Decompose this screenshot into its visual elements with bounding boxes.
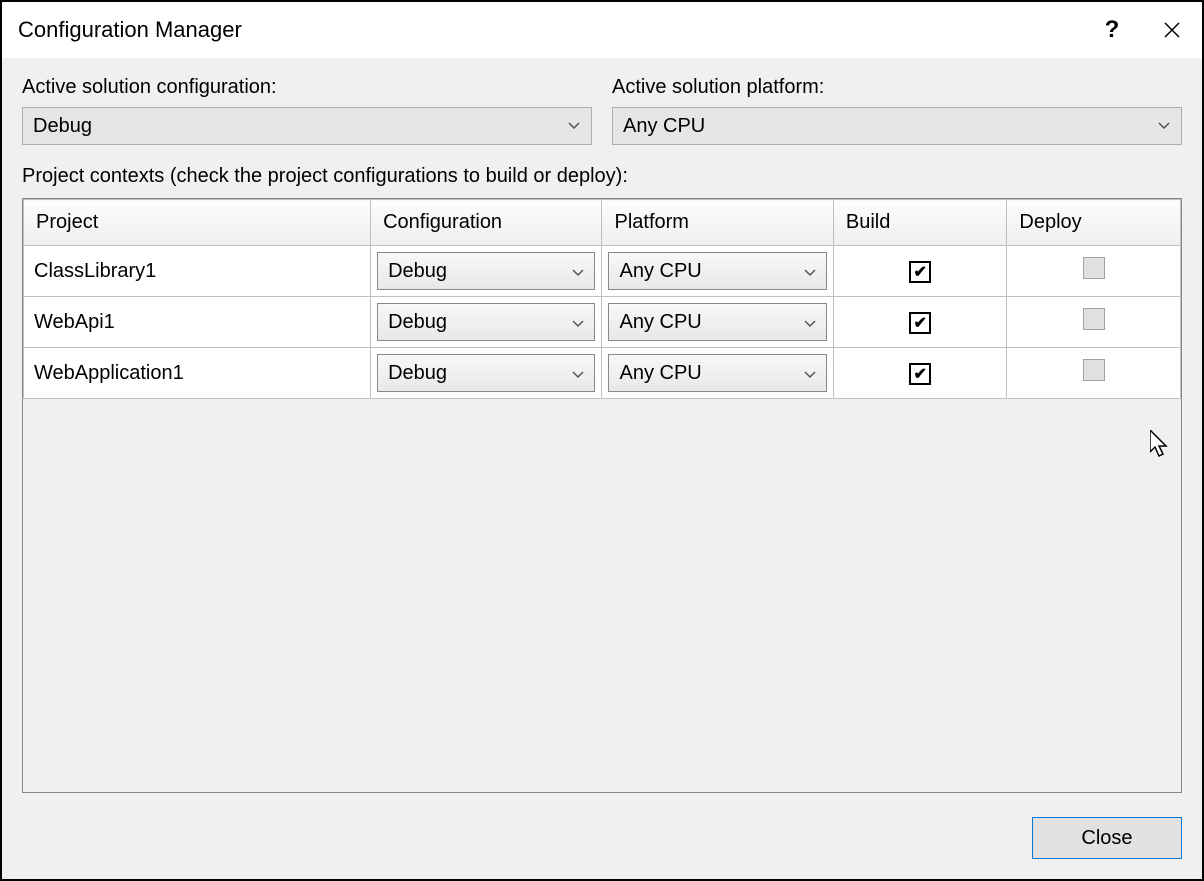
project-contexts-label: Project contexts (check the project conf… (22, 165, 1182, 188)
solution-config-value: Debug (33, 115, 567, 138)
header-configuration[interactable]: Configuration (371, 200, 602, 246)
header-deploy[interactable]: Deploy (1007, 200, 1181, 246)
configuration-cell: Debug (371, 246, 602, 297)
dialog-footer: Close (22, 817, 1182, 859)
project-name-cell[interactable]: WebApi1 (24, 297, 371, 348)
help-icon: ? (1105, 16, 1120, 44)
project-table: Project Configuration Platform Build Dep… (23, 199, 1181, 399)
platform-dropdown[interactable]: Any CPU (608, 303, 826, 341)
dialog-content: Active solution configuration: Debug Act… (2, 58, 1202, 879)
close-button[interactable]: Close (1032, 817, 1182, 859)
table-row: WebApi1 Debug Any CPU (24, 297, 1181, 348)
header-build[interactable]: Build (833, 200, 1007, 246)
window-title: Configuration Manager (18, 17, 1082, 43)
build-cell (833, 246, 1007, 297)
solution-platform-dropdown[interactable]: Any CPU (612, 107, 1182, 145)
configuration-dropdown[interactable]: Debug (377, 303, 595, 341)
platform-dropdown[interactable]: Any CPU (608, 252, 826, 290)
window-close-button[interactable] (1142, 2, 1202, 58)
configuration-value: Debug (388, 260, 572, 283)
project-name-cell[interactable]: ClassLibrary1 (24, 246, 371, 297)
chevron-down-icon (804, 362, 816, 385)
deploy-checkbox (1083, 359, 1105, 381)
build-cell (833, 297, 1007, 348)
close-button-label: Close (1081, 827, 1132, 850)
titlebar: Configuration Manager ? (2, 2, 1202, 58)
deploy-checkbox (1083, 308, 1105, 330)
project-grid: Project Configuration Platform Build Dep… (22, 198, 1182, 793)
configuration-manager-dialog: Configuration Manager ? Active solution … (0, 0, 1204, 881)
build-cell (833, 348, 1007, 399)
platform-cell: Any CPU (602, 246, 833, 297)
configuration-value: Debug (388, 362, 572, 385)
platform-value: Any CPU (619, 260, 803, 283)
solution-config-dropdown[interactable]: Debug (22, 107, 592, 145)
chevron-down-icon (804, 260, 816, 283)
close-icon (1164, 22, 1180, 38)
configuration-dropdown[interactable]: Debug (377, 354, 595, 392)
configuration-dropdown[interactable]: Debug (377, 252, 595, 290)
chevron-down-icon (567, 119, 581, 133)
build-checkbox[interactable] (909, 261, 931, 283)
chevron-down-icon (804, 311, 816, 334)
help-button[interactable]: ? (1082, 2, 1142, 58)
solution-platform-label: Active solution platform: (612, 76, 1182, 99)
solution-platform-value: Any CPU (623, 115, 1157, 138)
table-header-row: Project Configuration Platform Build Dep… (24, 200, 1181, 246)
platform-cell: Any CPU (602, 297, 833, 348)
platform-cell: Any CPU (602, 348, 833, 399)
platform-value: Any CPU (619, 362, 803, 385)
deploy-cell (1007, 348, 1181, 399)
solution-settings-row: Active solution configuration: Debug Act… (22, 76, 1182, 145)
build-checkbox[interactable] (909, 312, 931, 334)
project-name-cell[interactable]: WebApplication1 (24, 348, 371, 399)
solution-platform-group: Active solution platform: Any CPU (612, 76, 1182, 145)
platform-dropdown[interactable]: Any CPU (608, 354, 826, 392)
configuration-value: Debug (388, 311, 572, 334)
build-checkbox[interactable] (909, 363, 931, 385)
header-platform[interactable]: Platform (602, 200, 833, 246)
chevron-down-icon (572, 260, 584, 283)
table-row: WebApplication1 Debug Any CPU (24, 348, 1181, 399)
chevron-down-icon (1157, 119, 1171, 133)
chevron-down-icon (572, 362, 584, 385)
deploy-cell (1007, 246, 1181, 297)
deploy-cell (1007, 297, 1181, 348)
deploy-checkbox (1083, 257, 1105, 279)
header-project[interactable]: Project (24, 200, 371, 246)
platform-value: Any CPU (619, 311, 803, 334)
solution-config-group: Active solution configuration: Debug (22, 76, 592, 145)
configuration-cell: Debug (371, 348, 602, 399)
configuration-cell: Debug (371, 297, 602, 348)
chevron-down-icon (572, 311, 584, 334)
solution-config-label: Active solution configuration: (22, 76, 592, 99)
table-row: ClassLibrary1 Debug Any CPU (24, 246, 1181, 297)
